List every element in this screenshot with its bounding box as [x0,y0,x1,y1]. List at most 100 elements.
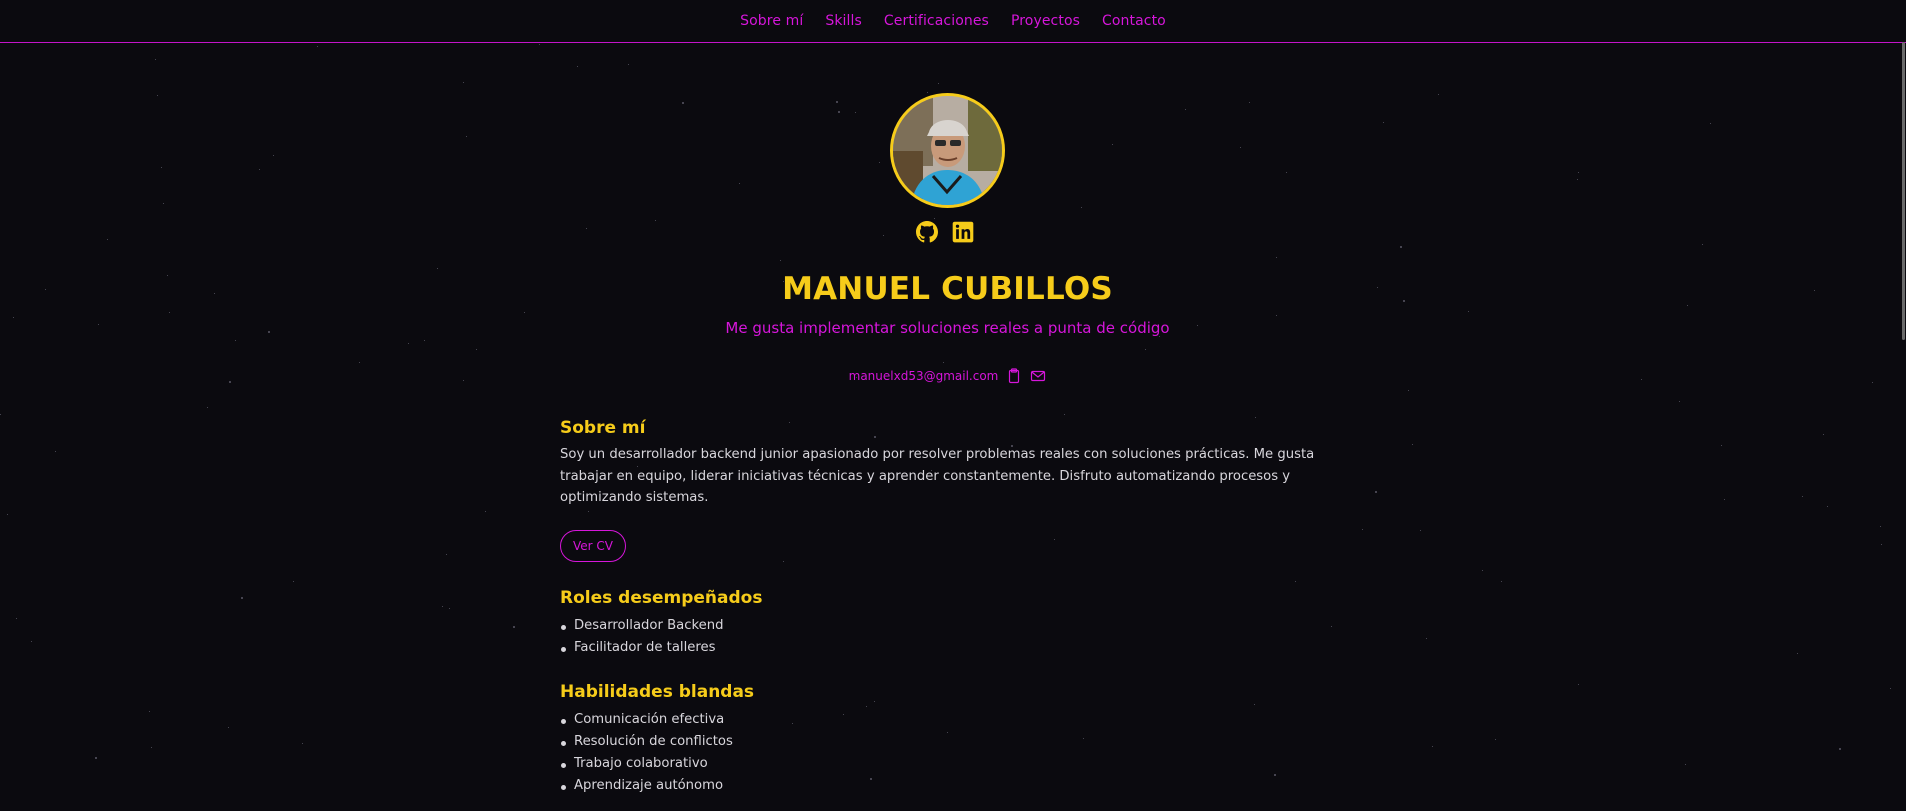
star-dot [934,218,935,219]
star-dot [0,414,1,415]
star-dot [1432,746,1433,747]
star-dot [1400,246,1402,248]
star-dot [789,422,790,423]
star-dot [95,757,97,759]
star-dot [241,597,243,599]
star-dot [1331,626,1332,627]
star-dot [879,162,880,163]
star-dot [1408,390,1409,391]
star-dot [1577,179,1578,180]
profile-name: MANUEL CUBILLOS [782,271,1113,307]
star-dot [682,102,684,104]
star-dot [408,343,409,344]
star-dot [163,203,164,204]
star-dot [1685,764,1686,765]
star-dot [98,324,99,325]
star-dot [273,155,274,156]
star-dot [446,554,447,555]
star-dot [1872,382,1873,383]
clipboard-icon[interactable] [1006,368,1022,384]
star-dot [476,349,477,350]
star-dot [155,59,156,60]
roles-title: Roles desempeñados [560,588,763,608]
star-dot [437,268,438,269]
list-item: Facilitador de talleres [560,637,723,659]
list-item: Resolución de conflictos [560,731,733,753]
star-dot [228,727,229,728]
star-dot [302,743,303,744]
star-dot [1420,530,1421,531]
star-dot [836,101,838,103]
star-dot [442,606,443,607]
star-dot [1286,172,1287,173]
star-dot [463,380,464,381]
star-dot [424,340,425,341]
star-dot [1679,401,1680,402]
scrollbar[interactable] [1902,42,1905,340]
list-item: Desarrollador Backend [560,615,723,637]
star-dot [1881,544,1882,545]
star-dot [149,711,150,712]
star-dot [655,220,656,221]
star-dot [157,95,158,96]
star-dot [1145,349,1146,350]
nav-item-proyectos[interactable]: Proyectos [1011,13,1080,29]
star-dot [463,82,464,83]
star-dot [943,362,944,363]
star-dot [1802,496,1803,497]
email-row: manuelxd53@gmail.com [560,368,1335,384]
star-dot [539,44,540,45]
star-dot [883,235,884,236]
star-dot [1839,748,1841,750]
avatar [890,93,1005,208]
nav-item-certificaciones[interactable]: Certificaciones [884,13,989,29]
star-dot [1064,414,1065,415]
star-dot [577,66,578,67]
nav-item-skills[interactable]: Skills [825,13,862,29]
star-dot [1185,109,1186,110]
mail-icon[interactable] [1030,368,1046,384]
star-dot [45,289,46,290]
view-cv-button[interactable]: Ver CV [560,530,626,562]
star-dot [449,608,450,609]
star-dot [1254,704,1255,705]
star-dot [874,701,875,702]
star-dot [1274,774,1276,776]
star-dot [1724,499,1725,500]
star-dot [13,317,14,318]
star-dot [167,275,168,276]
star-dot [792,723,793,724]
star-dot [293,581,294,582]
star-dot [151,747,152,748]
social-links [916,221,974,243]
github-icon[interactable] [916,221,938,243]
nav-item-sobre-mi[interactable]: Sobre mí [740,13,803,29]
star-dot [169,312,170,313]
star-dot [1687,305,1688,306]
star-dot [1362,529,1363,530]
top-nav: Sobre mí Skills Certificaciones Proyecto… [0,0,1906,43]
star-dot [1797,653,1798,654]
star-dot [259,169,260,170]
star-dot [874,436,876,438]
star-dot [1240,147,1241,148]
nav-item-contacto[interactable]: Contacto [1102,13,1166,29]
star-dot [1578,172,1579,173]
star-dot [1468,311,1469,312]
star-dot [161,167,162,168]
linkedin-icon[interactable] [952,221,974,243]
star-dot [1426,638,1427,639]
star-dot [1081,207,1082,208]
star-dot [1827,506,1828,507]
star-dot [1482,570,1483,571]
star-dot [268,331,270,333]
star-dot [1377,287,1378,288]
star-dot [1880,526,1881,527]
star-dot [1295,581,1296,582]
star-dot [1710,123,1711,124]
star-dot [1814,290,1815,291]
about-title: Sobre mí [560,418,646,438]
email-link[interactable]: manuelxd53@gmail.com [849,369,999,383]
star-dot [1438,94,1439,95]
star-dot [1412,444,1413,445]
